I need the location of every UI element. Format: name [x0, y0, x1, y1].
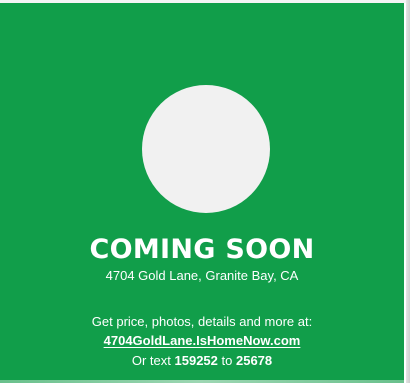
cta-text: Get price, photos, details and more at:: [91, 314, 313, 329]
property-photo-placeholder: [142, 85, 270, 213]
listing-url-row: 4704GoldLane.IsHomeNow.com: [0, 333, 404, 349]
text-number: 25678: [235, 353, 273, 368]
scrollbar-track[interactable]: [406, 0, 410, 383]
headline: COMING SOON: [89, 234, 315, 265]
text-instructions: Or text 159252 to 25678: [0, 353, 404, 369]
listing-card: COMING SOON 4704 Gold Lane, Granite Bay,…: [0, 3, 404, 383]
listing-url-link[interactable]: 4704GoldLane.IsHomeNow.com: [104, 333, 301, 348]
property-address: 4704 Gold Lane, Granite Bay, CA: [105, 268, 299, 283]
text-code: 159252: [174, 353, 218, 368]
text-prefix: Or text: [131, 353, 171, 368]
text-to: to: [221, 353, 233, 368]
